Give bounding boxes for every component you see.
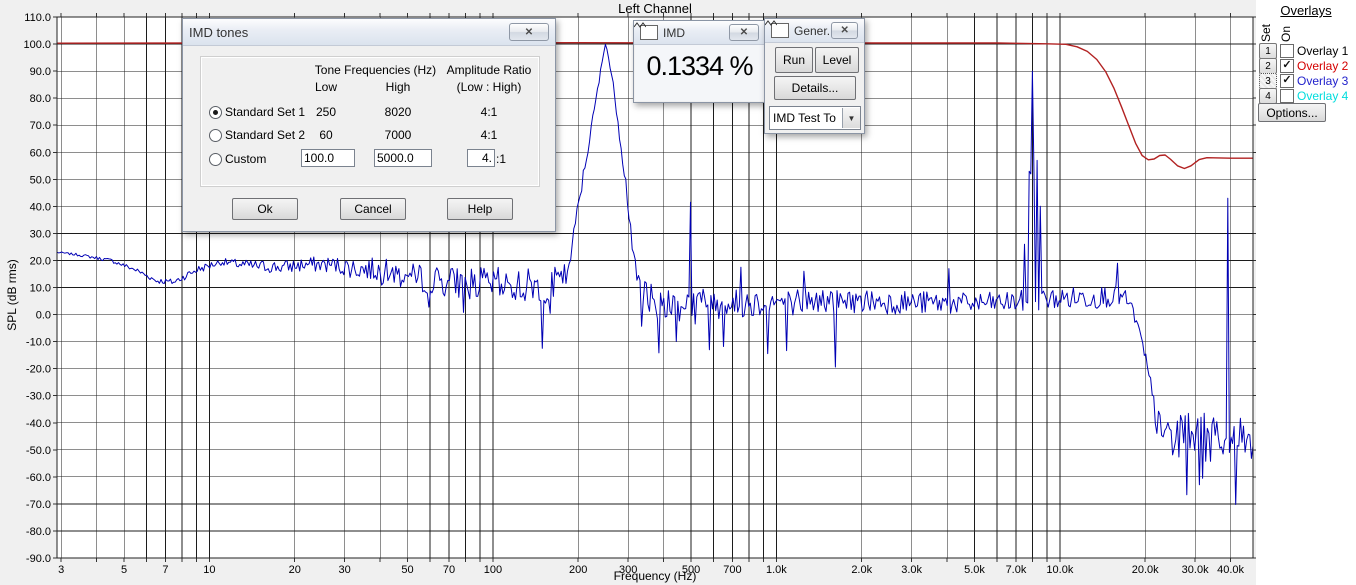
custom-ratio-input[interactable] [467,149,495,167]
custom-ratio-suffix: :1 [496,152,506,166]
overlay-4-label: Overlay 4 [1297,89,1348,103]
set1-low-value: 250 [301,105,351,119]
overlay-3-label: Overlay 3 [1297,74,1348,88]
svg-text:60.0: 60.0 [30,147,51,159]
overlays-col-set: Set [1259,24,1273,42]
radio-standard-set-2[interactable] [209,129,222,142]
set2-ratio-value: 4:1 [441,128,537,142]
overlays-col-on: On [1279,26,1293,42]
svg-text:100.0: 100.0 [23,39,51,51]
imd-tones-titlebar[interactable]: IMD tones ✕ [183,19,555,46]
options-button[interactable]: Options... [1258,103,1326,122]
close-icon[interactable]: ✕ [831,22,858,39]
overlay-set-4-button[interactable]: 4 [1259,88,1277,104]
header-low-high: (Low : High) [441,80,537,94]
svg-text:90.0: 90.0 [30,66,51,78]
overlay-set-1-button[interactable]: 1 [1259,43,1277,59]
overlay-set-2-button[interactable]: 2 [1259,58,1277,74]
svg-text:-40.0: -40.0 [26,418,51,430]
x-axis-label: Frequency (Hz) [57,569,1253,583]
svg-text:50.0: 50.0 [30,174,51,186]
cancel-button[interactable]: Cancel [340,198,406,220]
header-tone-frequencies: Tone Frequencies (Hz) [293,63,458,77]
rta-app-window: -90.0 -80.0 -70.0 -60.0 -50.0 -40.0 -30.0 -20.0… [0,0,1356,585]
radio-standard-set-1[interactable] [209,106,222,119]
svg-text:-10.0: -10.0 [26,337,51,349]
custom-high-input[interactable] [374,149,432,167]
test-signal-dropdown[interactable]: IMD Test To ▼ [769,106,861,130]
ok-button[interactable]: Ok [232,198,298,220]
imd-readout-window: IMD ✕ 0.1334 % [633,20,766,103]
chevron-down-icon[interactable]: ▼ [842,108,860,128]
imd-window-title: IMD [663,26,685,40]
waveform-icon [771,23,789,38]
generator-titlebar[interactable]: Gener... ✕ [765,19,864,43]
overlay-1-label: Overlay 1 [1297,44,1348,58]
svg-text:40.0: 40.0 [30,201,51,213]
header-amplitude-ratio: Amplitude Ratio [441,63,537,77]
close-icon[interactable]: ✕ [509,23,549,41]
waveform-icon [640,25,658,40]
overlay-1-checkbox[interactable] [1280,44,1294,58]
label-standard-set-2: Standard Set 2 [225,128,305,142]
svg-text:0.0: 0.0 [36,310,51,322]
set1-high-value: 8020 [373,105,423,119]
overlay-2-checkbox[interactable] [1280,59,1294,73]
header-low: Low [301,80,351,94]
set2-low-value: 60 [301,128,351,142]
svg-text:-60.0: -60.0 [26,472,51,484]
close-icon[interactable]: ✕ [729,24,759,41]
svg-text:10.0: 10.0 [30,283,51,295]
level-button[interactable]: Level [815,47,859,73]
svg-text:-30.0: -30.0 [26,391,51,403]
svg-text:-50.0: -50.0 [26,445,51,457]
imd-percentage-readout: 0.1334 % [634,51,765,82]
imd-tones-title: IMD tones [189,25,248,40]
imd-window-titlebar[interactable]: IMD ✕ [634,21,765,45]
custom-low-input[interactable] [301,149,355,167]
overlay-3-checkbox[interactable] [1280,74,1294,88]
svg-text:-20.0: -20.0 [26,364,51,376]
dropdown-selected-value: IMD Test To [770,111,842,125]
header-high: High [373,80,423,94]
svg-text:30.0: 30.0 [30,228,51,240]
chart-title: Left Channel [57,1,1253,16]
svg-text:70.0: 70.0 [30,120,51,132]
overlays-panel: Overlays Set On 1 Overlay 1 2 Overlay 2 … [1256,0,1356,585]
run-button[interactable]: Run [775,47,813,73]
svg-text:-80.0: -80.0 [26,526,51,538]
set2-high-value: 7000 [373,128,423,142]
imd-tones-dialog: IMD tones ✕ Tone Frequencies (Hz) Low Hi… [182,18,556,232]
generator-window: Gener... ✕ Run Level Details... IMD Test… [764,18,865,134]
details-button[interactable]: Details... [774,76,856,100]
overlay-set-3-button[interactable]: 3 [1259,73,1277,89]
radio-custom[interactable] [209,153,222,166]
overlay-4-checkbox[interactable] [1280,89,1294,103]
svg-text:-90.0: -90.0 [26,553,51,565]
help-button[interactable]: Help [447,198,513,220]
set1-ratio-value: 4:1 [441,105,537,119]
svg-text:-70.0: -70.0 [26,499,51,511]
svg-text:80.0: 80.0 [30,93,51,105]
svg-text:110.0: 110.0 [24,12,51,24]
generator-title: Gener... [794,24,831,38]
overlays-title: Overlays [1256,3,1356,18]
svg-text:20.0: 20.0 [30,255,51,267]
label-custom: Custom [225,152,266,166]
y-axis-label: SPL (dB rms) [5,195,19,395]
overlay-2-label: Overlay 2 [1297,59,1348,73]
label-standard-set-1: Standard Set 1 [225,105,305,119]
